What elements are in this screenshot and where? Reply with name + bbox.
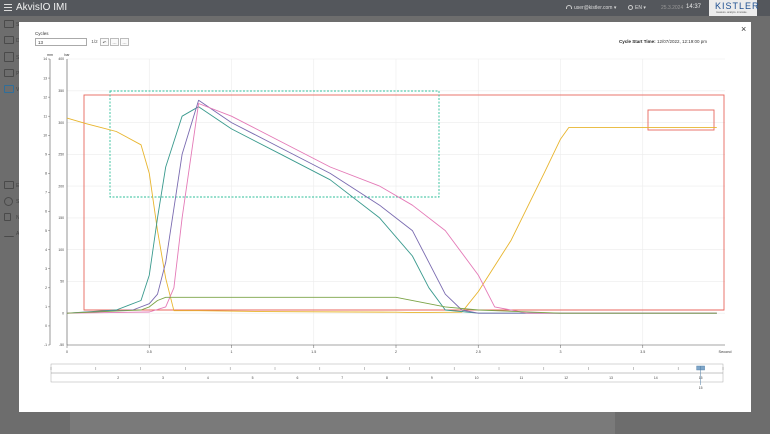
- x-tick-label: 3.5: [640, 350, 645, 354]
- logo-text: KISTLER: [715, 1, 760, 11]
- x-axis-label: Second: [719, 350, 732, 354]
- hamburger-menu-icon[interactable]: [4, 4, 12, 11]
- y2-tick-label: 50: [60, 280, 64, 284]
- cycle-chart-dialog: × Cycles 1/2 ↶ … … Cycle Start Time: 12/…: [19, 22, 751, 412]
- chart-axes: 0 0.5 1 1.5 2 2.5 3 3.5400350300250200150100500…: [43, 53, 731, 354]
- timeline-tick-label: 5: [252, 376, 254, 380]
- chart-curve-icon[interactable]: [4, 20, 14, 28]
- background-content: [70, 412, 615, 434]
- timeline-current-label: 15: [699, 386, 703, 390]
- y2-tick-label: 300: [58, 121, 64, 125]
- header-date: 25.3.2024: [661, 5, 684, 11]
- x-tick-label: 2: [395, 350, 397, 354]
- chevron-down-icon: ▾: [643, 5, 646, 11]
- series-line: [66, 103, 717, 314]
- y1-tick-label: 1: [45, 305, 47, 309]
- chevron-down-icon: ▾: [613, 5, 617, 11]
- language-code: EN: [635, 5, 642, 11]
- y1-tick-label: 10: [43, 133, 47, 137]
- y1-tick-label: 0: [45, 324, 47, 328]
- x-tick-label: 2.5: [476, 350, 481, 354]
- user-menu[interactable]: user@kistler.com ▾: [566, 5, 616, 11]
- series-line: [66, 106, 717, 314]
- y2-tick-label: 250: [58, 153, 64, 157]
- y1-tick-label: 2: [45, 286, 47, 290]
- app-header: AkvisIO IMI user@kistler.com ▾ EN ▾ 25.3…: [0, 0, 770, 16]
- timeline-tick-label: 13: [609, 376, 613, 380]
- timeline-tick-label: 14: [654, 376, 658, 380]
- y1-unit-label: mm: [47, 53, 53, 57]
- user-icon: [566, 5, 572, 9]
- plug-icon[interactable]: [4, 36, 14, 44]
- y1-tick-label: 9: [45, 153, 47, 157]
- trend-icon[interactable]: [4, 85, 14, 93]
- folder-icon[interactable]: [4, 181, 14, 189]
- cycle-line-chart[interactable]: 0 0.5 1 1.5 2 2.5 3 3.5400350300250200150100500…: [19, 22, 751, 412]
- y1-tick-label: 12: [43, 95, 47, 99]
- timeline-tick-label: 9: [431, 376, 433, 380]
- logo-tagline: measure. analyze. innovate.: [716, 11, 748, 14]
- sidebar: S D S P V E S N A: [0, 16, 20, 434]
- lock-icon[interactable]: [4, 213, 11, 221]
- y2-tick-label: 350: [58, 89, 64, 93]
- x-tick-label: 1.5: [311, 350, 316, 354]
- timeline-tick-label: 10: [475, 376, 479, 380]
- selection-window: [109, 90, 440, 198]
- y1-tick-label: 5: [45, 229, 47, 233]
- y1-tick-label: 11: [43, 114, 47, 118]
- x-tick-label: 3: [560, 350, 562, 354]
- timeline-tick-label: 11: [520, 376, 524, 380]
- timeline-tick-label: 7: [341, 376, 343, 380]
- globe-icon: [628, 5, 633, 10]
- chart-grid: [66, 58, 725, 346]
- download-icon[interactable]: [4, 229, 14, 237]
- header-time: 14:37: [686, 4, 702, 10]
- settings-icon[interactable]: [4, 197, 13, 206]
- background-right-panel: [751, 16, 770, 434]
- series-line: [66, 296, 717, 314]
- y1-tick-label: 13: [43, 76, 47, 80]
- y2-tick-label: 150: [58, 216, 64, 220]
- y1-tick-label: -1: [44, 343, 47, 347]
- y2-tick-label: 200: [58, 184, 64, 188]
- end-window: [647, 109, 715, 131]
- y1-tick-label: 4: [45, 248, 47, 252]
- timeline-tick-label: 12: [564, 376, 568, 380]
- user-email: user@kistler.com: [574, 5, 613, 11]
- image-icon[interactable]: [4, 69, 14, 77]
- y1-tick-label: 7: [45, 191, 47, 195]
- y2-unit-label: bar: [64, 53, 70, 57]
- y1-tick-label: 8: [45, 172, 47, 176]
- cycle-timeline[interactable]: 2345678910111213141515: [50, 363, 724, 390]
- kistler-logo: KISTLER measure. analyze. innovate.: [709, 0, 760, 16]
- timeline-tick-label: 2: [117, 376, 119, 380]
- series-line: [66, 117, 717, 314]
- document-icon[interactable]: [4, 52, 14, 62]
- timeline-tick-label: 6: [296, 376, 298, 380]
- y1-tick-label: 3: [45, 267, 47, 271]
- y2-tick-label: 100: [58, 248, 64, 252]
- timeline-tick-label: 4: [207, 376, 209, 380]
- language-selector[interactable]: EN ▾: [628, 5, 646, 11]
- y2-tick-label: 400: [58, 57, 64, 61]
- x-tick-label: 0: [66, 350, 68, 354]
- x-tick-label: 1: [231, 350, 233, 354]
- app-title: AkvisIO IMI: [16, 2, 68, 13]
- timeline-tick-label: 3: [162, 376, 164, 380]
- y1-tick-label: 14: [43, 57, 47, 61]
- y2-tick-label: 0: [62, 311, 64, 315]
- x-tick-label: 0.5: [147, 350, 152, 354]
- y1-tick-label: 6: [45, 210, 47, 214]
- y2-tick-label: -50: [59, 343, 64, 347]
- timeline-tick-label: 8: [386, 376, 388, 380]
